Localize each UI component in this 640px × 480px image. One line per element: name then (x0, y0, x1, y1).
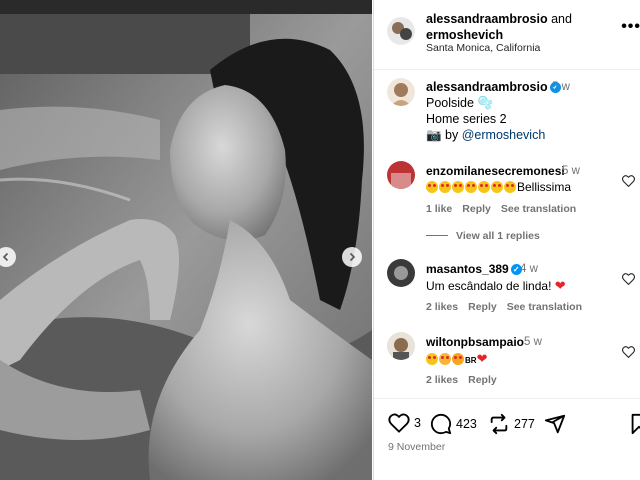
heart-icon (388, 413, 410, 433)
like-button[interactable]: 3 (388, 413, 421, 433)
view-replies-button[interactable]: View all 1 replies (426, 230, 540, 242)
save-button[interactable] (630, 413, 640, 435)
comment-like-heart-icon[interactable] (622, 273, 635, 285)
heart-eyes-emoji (465, 181, 477, 193)
post-header: alessandraambrosio and ermoshevich Santa… (374, 0, 640, 70)
comment-text: Bellissima (426, 180, 571, 194)
brazil-flag-label: BR (465, 356, 477, 365)
caption-username[interactable]: alessandraambrosio ✓ (426, 80, 561, 94)
share-button[interactable] (544, 413, 566, 435)
kissing-emoji (439, 353, 451, 365)
red-heart-emoji: ❤ (554, 278, 566, 293)
commenter-username[interactable]: wiltonpbsampaio (426, 335, 524, 349)
comment-timestamp[interactable]: 5 w (562, 165, 580, 177)
see-translation-button[interactable]: See translation (501, 203, 576, 215)
comment-text: BR❤ (426, 351, 487, 367)
heart-eyes-emoji (439, 181, 451, 193)
comment-like-heart-icon[interactable] (622, 346, 635, 358)
comment-button[interactable]: 423 (430, 413, 477, 435)
smiling-hearts-emoji (452, 353, 464, 365)
comment-likes-count[interactable]: 2 likes (426, 301, 458, 313)
caption-avatar[interactable] (387, 78, 415, 106)
comment-meta: 1 like Reply See translation (426, 203, 586, 215)
next-photo-button[interactable] (342, 247, 362, 267)
send-icon (544, 414, 566, 434)
post-location[interactable]: Santa Monica, California (426, 42, 540, 54)
authors-conjunction: and (547, 12, 572, 26)
caption-line-1: Poolside 🫧 (426, 96, 494, 110)
reposts-count: 277 (514, 417, 535, 431)
comment-text: Um escândalo de linda! ❤ (426, 278, 566, 293)
commenter-username[interactable]: masantos_389 ✓ (426, 262, 522, 276)
repost-button[interactable]: 277 (488, 413, 535, 435)
caption-timestamp[interactable]: 5 w (552, 81, 570, 93)
chevron-right-icon (349, 252, 356, 262)
post-actions-bar: 3 423 277 9 November (374, 398, 640, 480)
repost-icon (490, 413, 508, 435)
commenter-username[interactable]: enzomilanesecremonesi (426, 164, 565, 178)
photo-image (0, 0, 372, 480)
post-date[interactable]: 9 November (388, 441, 445, 453)
commenter-avatar[interactable] (387, 332, 415, 360)
heart-eyes-emoji (426, 181, 438, 193)
collaborator-username[interactable]: ermoshevich (426, 28, 503, 42)
comment-timestamp[interactable]: 5 w (524, 336, 542, 348)
post-side-panel: alessandraambrosio and ermoshevich Santa… (373, 0, 640, 480)
heart-eyes-emoji (426, 353, 438, 365)
comment-meta: 2 likes Reply See translation (426, 301, 592, 313)
reply-button[interactable]: Reply (468, 374, 497, 386)
post-photo[interactable] (0, 0, 372, 480)
bubbles-emoji: 🫧 (477, 96, 494, 110)
red-heart-emoji: ❤ (476, 351, 488, 366)
author-username[interactable]: alessandraambrosio (426, 12, 548, 26)
comments-count: 423 (456, 417, 477, 431)
chevron-left-icon (2, 252, 9, 262)
comment-bubble-icon (430, 413, 452, 435)
comment-like-heart-icon[interactable] (622, 175, 635, 187)
caption-line-2: Home series 2 (426, 112, 507, 126)
heart-eyes-emoji (452, 181, 464, 193)
see-translation-button[interactable]: See translation (507, 301, 582, 313)
post-authors: alessandraambrosio and ermoshevich (426, 11, 616, 43)
heart-eyes-emoji (491, 181, 503, 193)
comment-meta: 2 likes Reply (426, 374, 507, 386)
reply-button[interactable]: Reply (462, 203, 491, 215)
likes-count: 3 (414, 416, 421, 430)
bookmark-icon (631, 413, 640, 435)
camera-emoji: 📷 (426, 128, 442, 142)
comment-timestamp[interactable]: 4 w (520, 263, 538, 275)
photographer-mention[interactable]: @ermoshevich (462, 128, 546, 142)
comment-likes-count[interactable]: 1 like (426, 203, 452, 215)
commenter-avatar[interactable] (387, 259, 415, 287)
reply-button[interactable]: Reply (468, 301, 497, 313)
more-options-icon[interactable]: ••• (621, 18, 640, 36)
caption-credit: 📷 by @ermoshevich (426, 128, 546, 142)
profile-avatar-icon[interactable] (387, 17, 415, 45)
heart-eyes-emoji (478, 181, 490, 193)
commenter-avatar[interactable] (387, 161, 415, 189)
heart-eyes-emoji (504, 181, 516, 193)
comment-likes-count[interactable]: 2 likes (426, 374, 458, 386)
